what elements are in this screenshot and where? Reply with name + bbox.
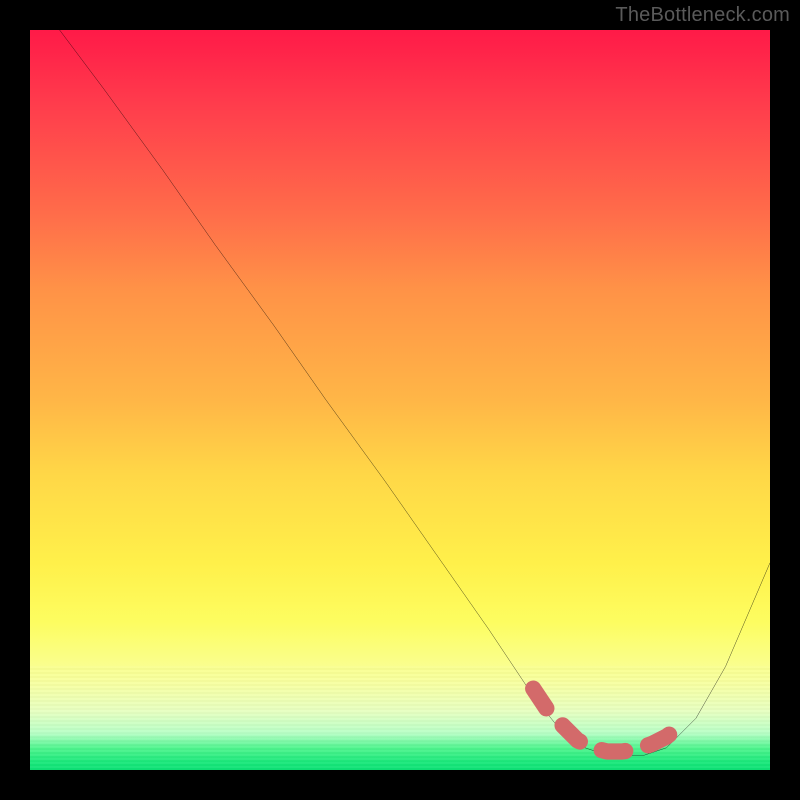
- plot-area: [30, 30, 770, 770]
- gradient-banding: [30, 666, 770, 770]
- watermark-text: TheBottleneck.com: [615, 4, 790, 27]
- chart-root: TheBottleneck.com: [0, 0, 800, 800]
- gradient-background: [30, 30, 770, 770]
